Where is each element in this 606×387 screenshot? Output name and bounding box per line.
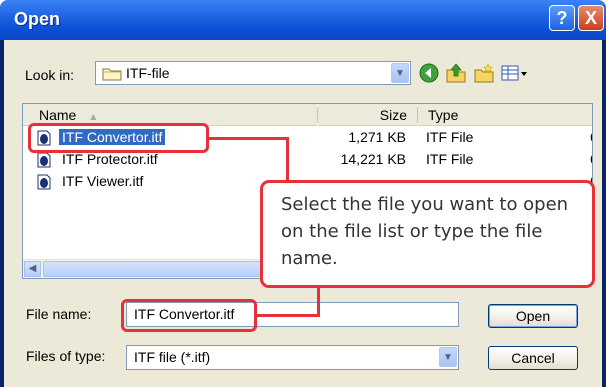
cancel-button[interactable]: Cancel [488, 346, 578, 370]
file-row-itf-protector[interactable]: ITF Protector.itf 14,221 KB ITF File 6 [23, 150, 592, 171]
open-button[interactable]: Open [488, 304, 578, 328]
chevron-down-icon[interactable]: ▼ [439, 347, 457, 367]
file-date-partial: 6 [590, 129, 592, 145]
files-of-type-dropdown[interactable]: ITF file (*.itf) ▼ [126, 345, 459, 370]
window-title: Open [14, 9, 61, 29]
file-type: ITF File [426, 151, 474, 167]
file-name: ITF Protector.itf [62, 151, 158, 167]
close-button[interactable]: X [578, 5, 604, 31]
file-size: 14,221 KB [340, 151, 406, 167]
chevron-left-icon[interactable]: ◀ [24, 261, 41, 277]
look-in-value: ITF-file [126, 65, 170, 81]
look-in-dropdown[interactable]: ITF-file ▼ [95, 61, 411, 85]
files-of-type-value: ITF file (*.itf) [134, 349, 211, 365]
chevron-down-icon[interactable]: ▼ [391, 63, 409, 83]
itf-file-icon [37, 152, 51, 168]
scroll-thumb[interactable] [43, 261, 273, 277]
up-folder-icon[interactable] [445, 62, 467, 84]
help-button[interactable]: ? [549, 5, 575, 31]
connector-line [257, 314, 319, 317]
views-menu-icon[interactable] [500, 62, 530, 84]
sort-ascending-icon: ▲ [88, 112, 99, 123]
instruction-callout: Select the file you want to open on the … [260, 180, 595, 288]
open-dialog: Open ? X Look in: ITF-file ▼ Name ▲ Size… [0, 0, 606, 387]
type-column-header[interactable]: Type [418, 104, 592, 126]
file-name-highlight [121, 299, 257, 332]
new-folder-icon[interactable] [473, 62, 495, 84]
folder-icon [102, 68, 122, 81]
file-size: 1,271 KB [348, 129, 406, 145]
file-name-label: File name: [26, 306, 92, 322]
look-in-label: Look in: [25, 67, 75, 83]
connector-line [209, 137, 288, 140]
connector-line [286, 137, 289, 181]
back-icon[interactable] [418, 62, 440, 84]
files-of-type-label: Files of type: [26, 348, 106, 364]
file-date-partial: 6 [590, 151, 592, 167]
size-column-header[interactable]: Size [318, 104, 417, 126]
help-icon: ? [556, 8, 568, 28]
selected-file-highlight [28, 123, 209, 153]
file-type: ITF File [426, 129, 474, 145]
close-icon: X [584, 8, 597, 28]
title-bar[interactable]: Open ? X [0, 0, 606, 40]
connector-line [317, 287, 320, 317]
itf-file-icon [37, 174, 51, 190]
file-name: ITF Viewer.itf [62, 173, 144, 189]
